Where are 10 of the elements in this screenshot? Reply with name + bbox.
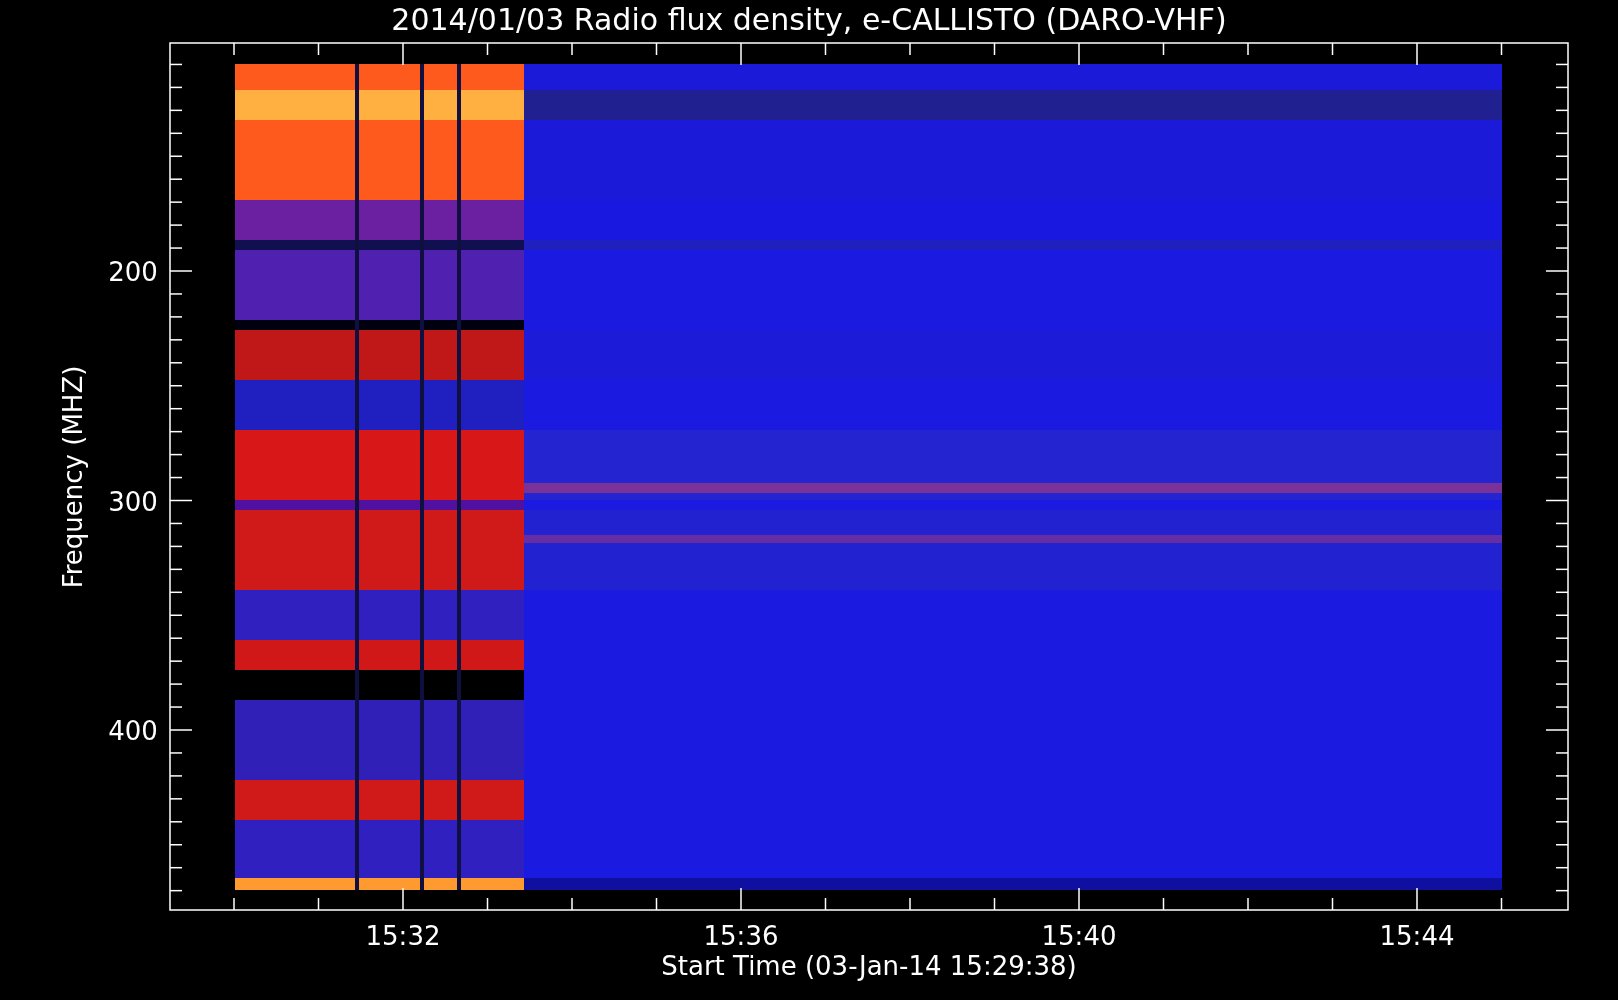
y-axis-title: Frequency (MHZ) [58,365,88,589]
plot-title: 2014/01/03 Radio flux density, e-CALLISTO (DARO-VHF) [391,2,1227,37]
x-axis-title: Start Time (03-Jan-14 15:29:38) [661,951,1077,981]
x-tick-label: 15:36 [703,921,779,951]
y-tick-label: 200 [108,257,158,287]
x-tick-label: 15:32 [365,921,441,951]
x-tick-label: 15:44 [1379,921,1455,951]
x-tick-label: 15:40 [1041,921,1117,951]
y-tick-label: 400 [108,716,158,746]
y-tick-label: 300 [108,486,158,517]
